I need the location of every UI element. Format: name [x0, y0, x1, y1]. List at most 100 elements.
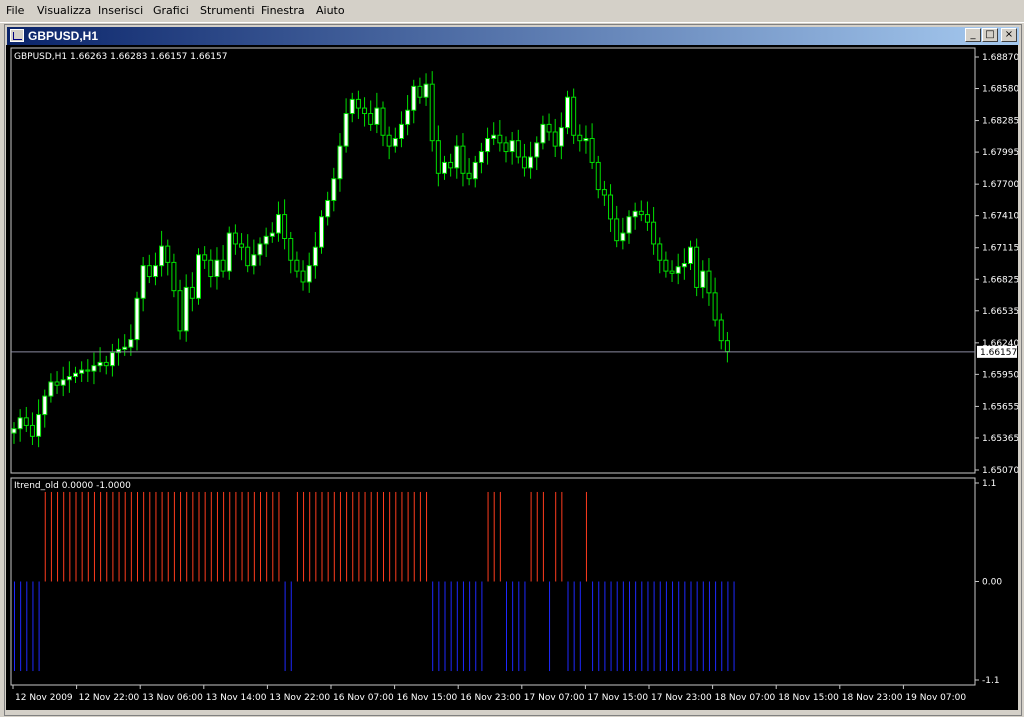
time-axis-label: 17 Nov 23:00	[651, 693, 712, 703]
candle-body	[220, 259, 226, 272]
candle-body	[644, 214, 650, 223]
candle-body	[706, 270, 712, 294]
candle-body	[478, 151, 484, 163]
candle-body	[134, 297, 140, 341]
price-axis-label: 1.67995	[982, 148, 1018, 158]
candle-body	[688, 246, 693, 265]
candle-body	[23, 417, 29, 426]
time-axis-label: 13 Nov 22:00	[269, 693, 330, 703]
candle-body	[632, 210, 638, 218]
time-axis-label: 16 Nov 23:00	[460, 693, 521, 703]
menu-visualizza[interactable]: Visualizza	[37, 4, 91, 17]
price-axis-label: 1.66825	[982, 275, 1018, 285]
candle-body	[288, 238, 294, 261]
time-axis-label: 19 Nov 07:00	[905, 693, 966, 703]
menu-grafici[interactable]: Grafici	[153, 4, 189, 17]
candle-body	[73, 372, 78, 378]
candle-body	[226, 232, 232, 272]
price-axis-label: 1.68285	[982, 117, 1018, 127]
candle-body	[485, 138, 491, 153]
candle-body	[282, 214, 288, 240]
candle-body	[497, 134, 503, 144]
candle-body	[349, 98, 355, 115]
indicator-axis-label: -1.1	[982, 676, 1000, 686]
candle-body	[17, 417, 23, 430]
minimize-button[interactable]: _	[965, 28, 981, 42]
candle-body	[36, 414, 42, 437]
candle-body	[491, 134, 497, 140]
candle-body	[392, 138, 398, 147]
candle-body	[528, 156, 534, 169]
candle-body	[54, 381, 60, 386]
close-button[interactable]: ×	[1001, 28, 1017, 42]
candle-body	[435, 140, 441, 174]
candle-body	[319, 216, 324, 248]
menu-inserisci[interactable]: Inserisci	[98, 4, 143, 17]
candle-body	[152, 265, 158, 278]
candle-body	[626, 216, 632, 234]
candle-body	[79, 369, 85, 374]
menu-aiuto[interactable]: Aiuto	[316, 4, 345, 17]
candle-body	[700, 270, 706, 288]
candle-body	[140, 265, 146, 299]
candle-body	[214, 259, 220, 278]
candle-body	[423, 83, 429, 98]
candle-body	[724, 340, 730, 353]
indicator-axis-label: 0.00	[982, 578, 1002, 588]
price-axis-label: 1.68580	[982, 85, 1018, 95]
candle-body	[183, 286, 189, 332]
candle-body	[552, 131, 558, 147]
candle-body	[546, 123, 552, 133]
candle-body	[306, 265, 312, 283]
candle-body	[232, 232, 238, 245]
price-axis-label: 1.67115	[982, 244, 1018, 254]
candle-body	[448, 161, 454, 169]
candle-body	[521, 156, 527, 169]
candle-body	[300, 270, 306, 283]
menu-finestra[interactable]: Finestra	[261, 4, 305, 17]
candle-body	[355, 98, 361, 109]
candle-body	[386, 134, 392, 147]
chart-area[interactable]: 1.68870 1.68580 1.68285 1.67995 1.67700 1.674…	[6, 45, 1018, 710]
candle-body	[405, 109, 411, 125]
candle-body	[208, 259, 214, 278]
candle-body	[91, 365, 97, 372]
candle-body	[374, 107, 380, 125]
candle-body	[595, 161, 601, 191]
candle-body	[681, 263, 687, 268]
candle-body	[466, 172, 472, 180]
menu-strumenti[interactable]: Strumenti	[200, 4, 255, 17]
candle-body	[245, 246, 251, 267]
title-bar[interactable]: GBPUSD,H1 _ □ ×	[7, 27, 1019, 45]
candle-body	[429, 83, 435, 142]
maximize-button[interactable]: □	[982, 28, 998, 42]
candle-body	[337, 145, 343, 180]
candle-body	[534, 142, 540, 158]
price-axis-label: 1.65655	[982, 402, 1018, 412]
window-title: GBPUSD,H1	[28, 29, 99, 43]
candle-body	[368, 113, 374, 125]
candle-body	[159, 245, 165, 267]
menu-file[interactable]: File	[6, 4, 24, 17]
candle-body	[669, 270, 675, 274]
candle-body	[472, 161, 478, 180]
candle-body	[411, 85, 417, 111]
candle-body	[343, 113, 349, 147]
candle-body	[608, 194, 614, 220]
candle-body	[165, 245, 171, 263]
candle-body	[48, 381, 54, 397]
candle-body	[694, 246, 700, 288]
candle-body	[620, 232, 626, 242]
price-axis-label: 1.67410	[982, 212, 1018, 222]
candle-body	[171, 261, 177, 292]
candle-body	[11, 428, 17, 434]
chart-canvas[interactable]: 1.68870 1.68580 1.68285 1.67995 1.67700 1.674…	[6, 45, 1018, 710]
candle-body	[177, 290, 183, 332]
candle-body	[128, 339, 134, 348]
candle-body	[657, 243, 663, 261]
candle-body	[663, 259, 669, 272]
price-axis-label: 1.68870	[982, 53, 1018, 63]
candle-body	[460, 145, 466, 174]
time-axis-label: 17 Nov 07:00	[524, 693, 585, 703]
time-axis-label: 13 Nov 14:00	[206, 693, 267, 703]
